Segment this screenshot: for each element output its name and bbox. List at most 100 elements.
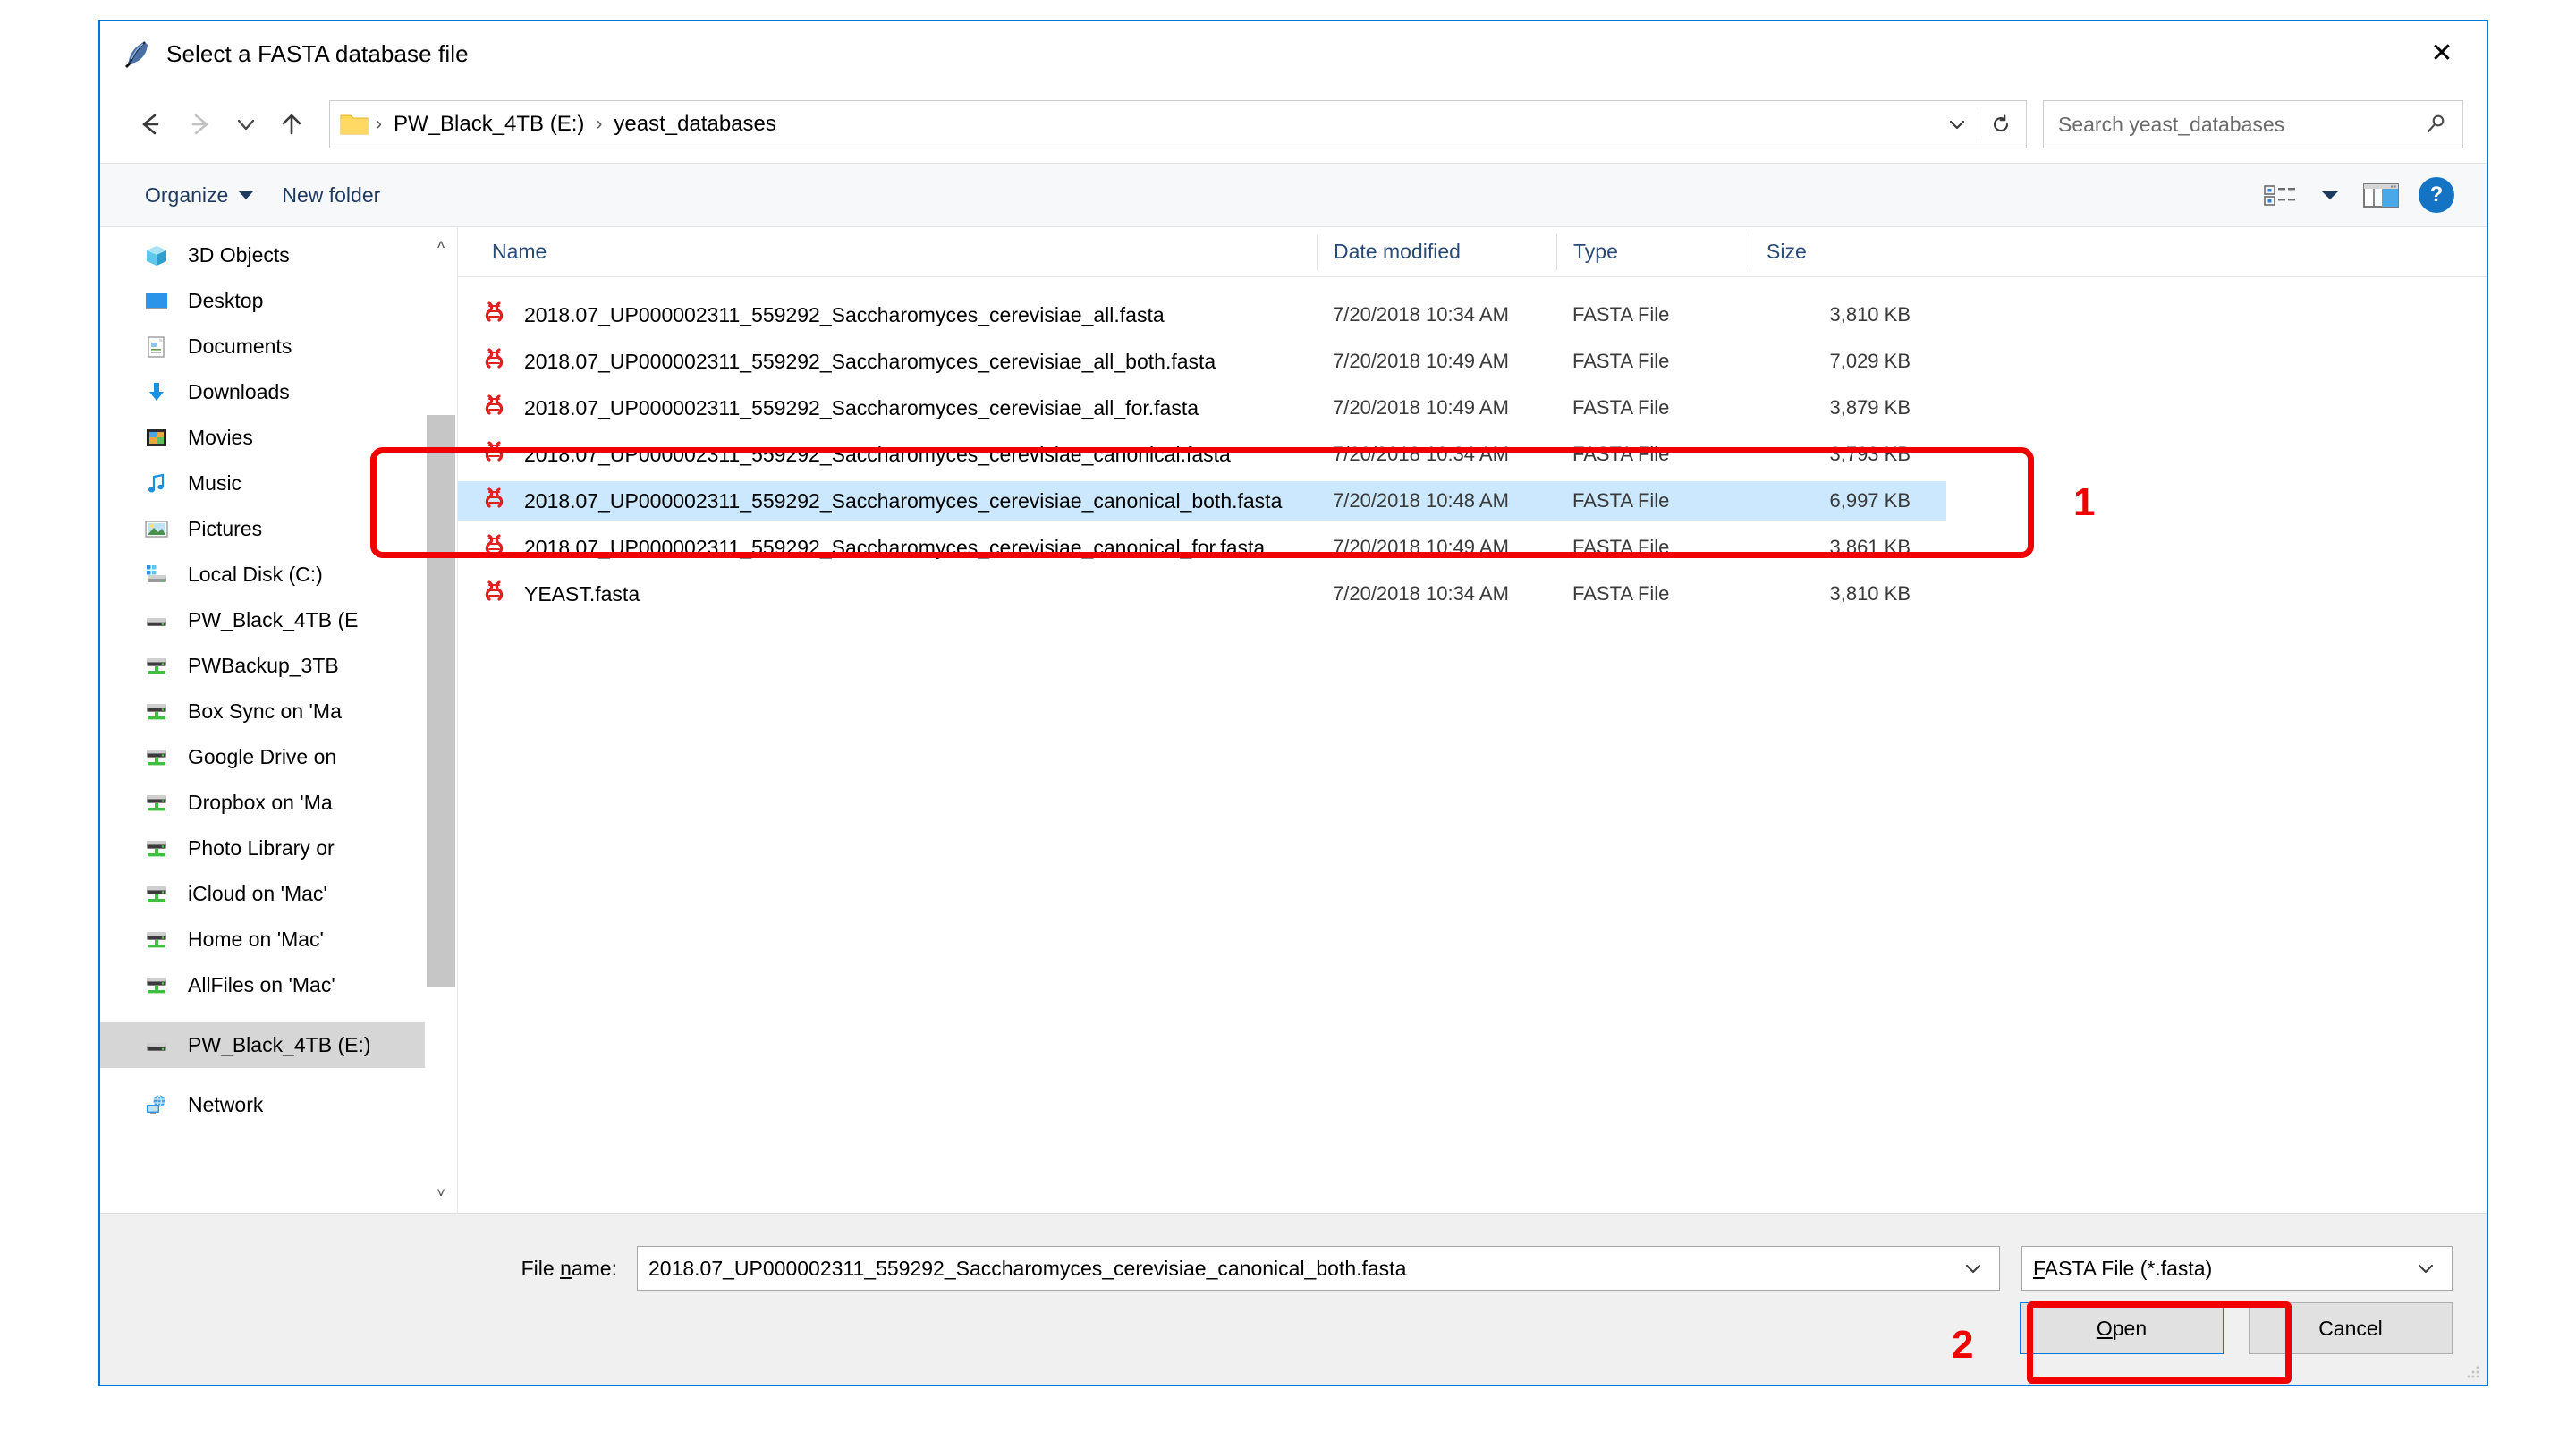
- search-input[interactable]: Search yeast_databases: [2043, 100, 2463, 148]
- sidebar-item-network[interactable]: Network: [100, 1082, 457, 1128]
- file-name-cell[interactable]: 2018.07_UP000002311_559292_Saccharomyces…: [458, 481, 1317, 521]
- sidebar-item-google-drive-on[interactable]: Google Drive on: [100, 734, 457, 780]
- sidebar-item-box-sync-on-ma[interactable]: Box Sync on 'Ma: [100, 689, 457, 734]
- sidebar-item-label: 3D Objects: [188, 243, 290, 267]
- sidebar-scrollbar[interactable]: ˄ ˅: [425, 227, 457, 1213]
- resize-grip[interactable]: [2463, 1362, 2481, 1380]
- file-date-cell: 7/20/2018 10:34 AM: [1333, 303, 1509, 326]
- filename-row: File name: 2018.07_UP000002311_559292_Sa…: [100, 1246, 2487, 1291]
- file-name-cell[interactable]: 2018.07_UP000002311_559292_Saccharomyces…: [458, 528, 1317, 567]
- table-row[interactable]: YEAST.fasta 7/20/2018 10:34 AM FASTA File 3…: [458, 571, 2487, 617]
- fasta-file-icon: [481, 300, 512, 330]
- file-date-cell: 7/20/2018 10:34 AM: [1333, 443, 1509, 465]
- sidebar-item-photo-library-or[interactable]: Photo Library or: [100, 826, 457, 871]
- filename-input[interactable]: 2018.07_UP000002311_559292_Saccharomyces…: [637, 1246, 2000, 1291]
- breadcrumb-separator: ›: [376, 114, 382, 134]
- up-button[interactable]: [267, 99, 317, 149]
- dialog-buttons: Open Cancel: [2020, 1302, 2453, 1354]
- back-button[interactable]: [125, 99, 175, 149]
- screenshot-root: Select a FASTA database file ✕ › PW_Blac…: [0, 0, 2576, 1449]
- file-type-cell: FASTA File: [1556, 481, 1750, 521]
- column-header-type[interactable]: Type: [1556, 233, 1750, 270]
- sidebar-item-local-disk-c[interactable]: Local Disk (C:): [100, 552, 457, 597]
- address-chevron-down-icon[interactable]: [1936, 102, 1979, 147]
- column-header-date-modified[interactable]: Date modified: [1317, 233, 1556, 270]
- list-view-icon[interactable]: [2254, 174, 2308, 216]
- file-name-cell[interactable]: 2018.07_UP000002311_559292_Saccharomyces…: [458, 388, 1317, 428]
- sidebar-item-pw-black-4tb-e[interactable]: PW_Black_4TB (E:): [100, 1022, 457, 1068]
- sidebar-item-movies[interactable]: Movies: [100, 415, 457, 461]
- sidebar-item-pw-black-4tb-e[interactable]: PW_Black_4TB (E: [100, 597, 457, 643]
- open-button[interactable]: Open: [2020, 1302, 2224, 1354]
- refresh-icon[interactable]: [1979, 102, 2022, 147]
- sidebar-item-label: Local Disk (C:): [188, 563, 323, 586]
- table-row[interactable]: 2018.07_UP000002311_559292_Saccharomyces…: [458, 524, 2487, 571]
- sidebar-item-label: Box Sync on 'Ma: [188, 699, 342, 723]
- filename-label: File name:: [100, 1257, 637, 1281]
- network-drive-icon: [140, 834, 174, 864]
- open-post: pen: [2112, 1316, 2148, 1340]
- sidebar-item-downloads[interactable]: Downloads: [100, 369, 457, 415]
- sidebar-item-music[interactable]: Music: [100, 461, 457, 506]
- filename-chevron-down-icon[interactable]: [1953, 1248, 1994, 1289]
- address-bar[interactable]: › PW_Black_4TB (E:) › yeast_databases: [329, 100, 2027, 148]
- file-list-area: Name Date modified Type Size 2018.07_UP0…: [458, 227, 2487, 1213]
- help-button[interactable]: ?: [2410, 174, 2463, 216]
- search-icon[interactable]: [2421, 113, 2452, 136]
- column-header-name[interactable]: Name: [458, 234, 1317, 270]
- sidebar-item-label: AllFiles on 'Mac': [188, 973, 335, 996]
- file-name-cell[interactable]: 2018.07_UP000002311_559292_Saccharomyces…: [458, 342, 1317, 381]
- network-drive-icon: [140, 925, 174, 955]
- new-folder-button[interactable]: New folder: [267, 174, 394, 216]
- filter-chevron-down-icon[interactable]: [2405, 1248, 2446, 1289]
- scroll-up-icon[interactable]: ˄: [425, 231, 457, 261]
- sidebar-item-label: Movies: [188, 426, 253, 449]
- close-icon[interactable]: ✕: [2404, 28, 2479, 80]
- sidebar-scroll-thumb[interactable]: [427, 415, 455, 987]
- file-name-cell[interactable]: 2018.07_UP000002311_559292_Saccharomyces…: [458, 295, 1317, 335]
- fasta-file-icon: [481, 486, 512, 516]
- table-row[interactable]: 2018.07_UP000002311_559292_Saccharomyces…: [458, 385, 2487, 431]
- sidebar-item-allfiles-on-mac[interactable]: AllFiles on 'Mac': [100, 962, 457, 1008]
- file-type-cell: FASTA File: [1572, 396, 1670, 419]
- music-icon: [140, 469, 174, 499]
- file-type-cell: FASTA File: [1572, 582, 1670, 605]
- sidebar-item-label: Downloads: [188, 380, 290, 403]
- sidebar-item-icloud-on-mac[interactable]: iCloud on 'Mac': [100, 871, 457, 917]
- table-row[interactable]: 2018.07_UP000002311_559292_Saccharomyces…: [458, 431, 2487, 478]
- sidebar-item-pictures[interactable]: Pictures: [100, 506, 457, 552]
- search-placeholder: Search yeast_databases: [2058, 112, 2285, 136]
- sidebar-item-home-on-mac[interactable]: Home on 'Mac': [100, 917, 457, 962]
- forward-button[interactable]: [175, 99, 225, 149]
- file-name-cell[interactable]: 2018.07_UP000002311_559292_Saccharomyces…: [458, 435, 1317, 474]
- view-options-chevron-down-icon[interactable]: [2308, 174, 2352, 216]
- scroll-down-icon[interactable]: ˅: [425, 1179, 457, 1209]
- organize-button[interactable]: Organize: [131, 174, 267, 216]
- table-row[interactable]: 2018.07_UP000002311_559292_Saccharomyces…: [458, 292, 2487, 338]
- cancel-button[interactable]: Cancel: [2249, 1302, 2453, 1354]
- preview-pane-icon[interactable]: [2352, 174, 2410, 216]
- sidebar-item-label: iCloud on 'Mac': [188, 882, 327, 905]
- filename-label-pre: File: [521, 1256, 561, 1280]
- sidebar-item-3d-objects[interactable]: 3D Objects: [100, 233, 457, 278]
- file-size-cell: 7,029 KB: [1829, 350, 1911, 372]
- file-name-label: 2018.07_UP000002311_559292_Saccharomyces…: [524, 395, 1199, 419]
- chevron-down-icon: [239, 191, 254, 199]
- fasta-file-icon: [481, 579, 512, 609]
- table-row[interactable]: 2018.07_UP000002311_559292_Saccharomyces…: [458, 478, 2487, 524]
- breadcrumb-folder[interactable]: yeast_databases: [605, 112, 784, 137]
- breadcrumb-drive[interactable]: PW_Black_4TB (E:): [385, 112, 593, 137]
- sidebar-item-documents[interactable]: Documents: [100, 324, 457, 369]
- sidebar-item-pwbackup-3tb[interactable]: PWBackup_3TB: [100, 643, 457, 689]
- sidebar-item-dropbox-on-ma[interactable]: Dropbox on 'Ma: [100, 780, 457, 826]
- file-name-label: 2018.07_UP000002311_559292_Saccharomyces…: [524, 442, 1231, 466]
- table-row[interactable]: 2018.07_UP000002311_559292_Saccharomyces…: [458, 338, 2487, 385]
- recent-locations-chevron-down-icon[interactable]: [225, 99, 267, 149]
- column-header-size[interactable]: Size: [1750, 233, 1946, 270]
- file-type-filter-select[interactable]: FASTA File (*.fasta): [2021, 1246, 2453, 1291]
- sidebar-item-desktop[interactable]: Desktop: [100, 278, 457, 324]
- sidebar-item-label: Google Drive on: [188, 745, 337, 768]
- file-name-label: 2018.07_UP000002311_559292_Saccharomyces…: [524, 349, 1216, 373]
- file-name-cell[interactable]: YEAST.fasta: [458, 574, 1317, 614]
- column-headers: Name Date modified Type Size: [458, 227, 2487, 277]
